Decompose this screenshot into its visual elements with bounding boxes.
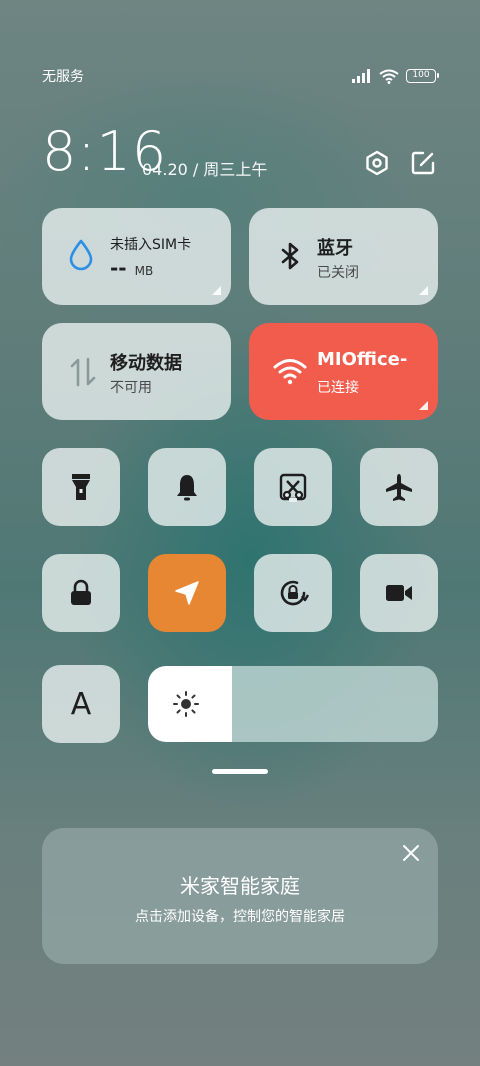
mobile-data-arrows-icon <box>70 357 96 387</box>
time-row: 8:16 04.20 / 周三上午 <box>42 120 438 184</box>
location-toggle[interactable] <box>148 554 226 632</box>
battery-indicator: 100 <box>406 69 439 83</box>
bell-icon <box>177 475 197 501</box>
airplane-icon <box>386 474 412 501</box>
video-camera-icon <box>386 585 412 601</box>
screenshot-toggle[interactable] <box>254 448 332 526</box>
sim-tile[interactable]: 未插入SIM卡 -- MB <box>42 208 231 305</box>
lock-screen-toggle[interactable] <box>42 554 120 632</box>
bluetooth-status: 已关闭 <box>317 265 359 281</box>
mijia-card[interactable]: 米家智能家庭 点击添加设备，控制您的智能家居 <box>42 828 438 964</box>
settings-gear-icon[interactable] <box>364 150 390 176</box>
mijia-card-subtitle: 点击添加设备，控制您的智能家居 <box>135 909 345 925</box>
sim-usage: -- MB <box>110 256 153 280</box>
mobile-data-tile[interactable]: 移动数据 不可用 <box>42 323 231 420</box>
wifi-title: MIOffice- <box>317 349 408 370</box>
bluetooth-icon <box>281 242 299 270</box>
bluetooth-tile[interactable]: 蓝牙 已关闭 <box>249 208 438 305</box>
signal-icon <box>352 69 370 83</box>
wifi-status: 已连接 <box>317 380 359 396</box>
sim-usage-value: -- <box>110 256 127 280</box>
mobile-data-status: 不可用 <box>110 380 152 396</box>
expand-corner-icon <box>212 286 221 295</box>
flashlight-toggle[interactable] <box>42 448 120 526</box>
close-icon[interactable] <box>402 844 420 862</box>
scissors-screenshot-icon <box>279 473 307 502</box>
data-drop-icon <box>69 239 93 271</box>
rotation-lock-icon <box>280 580 310 606</box>
font-size-toggle[interactable]: A <box>42 665 120 743</box>
wifi-icon <box>273 359 307 385</box>
status-bar: 无服务 100 <box>42 64 439 88</box>
rotation-lock-toggle[interactable] <box>254 554 332 632</box>
edit-icon[interactable] <box>410 150 436 176</box>
expand-corner-icon <box>419 401 428 410</box>
wifi-icon <box>379 69 399 84</box>
brightness-slider[interactable] <box>148 666 438 742</box>
carrier-text: 无服务 <box>42 69 84 85</box>
date-text: 04.20 / 周三上午 <box>142 160 268 179</box>
wifi-tile[interactable]: MIOffice- 已连接 <box>249 323 438 420</box>
sim-title: 未插入SIM卡 <box>110 237 192 253</box>
airplane-toggle[interactable] <box>360 448 438 526</box>
mute-toggle[interactable] <box>148 448 226 526</box>
sim-usage-unit: MB <box>134 264 154 278</box>
panel-drag-handle[interactable] <box>212 769 268 774</box>
lock-icon <box>71 579 91 605</box>
brightness-sun-icon <box>173 691 199 717</box>
flashlight-icon <box>72 474 90 500</box>
location-arrow-icon <box>175 581 199 605</box>
bluetooth-title: 蓝牙 <box>317 238 353 259</box>
expand-corner-icon <box>419 286 428 295</box>
status-icons: 100 <box>352 69 439 84</box>
font-letter: A <box>70 686 92 722</box>
mobile-data-title: 移动数据 <box>110 353 182 374</box>
screen-record-toggle[interactable] <box>360 554 438 632</box>
mijia-card-title: 米家智能家庭 <box>180 874 300 898</box>
